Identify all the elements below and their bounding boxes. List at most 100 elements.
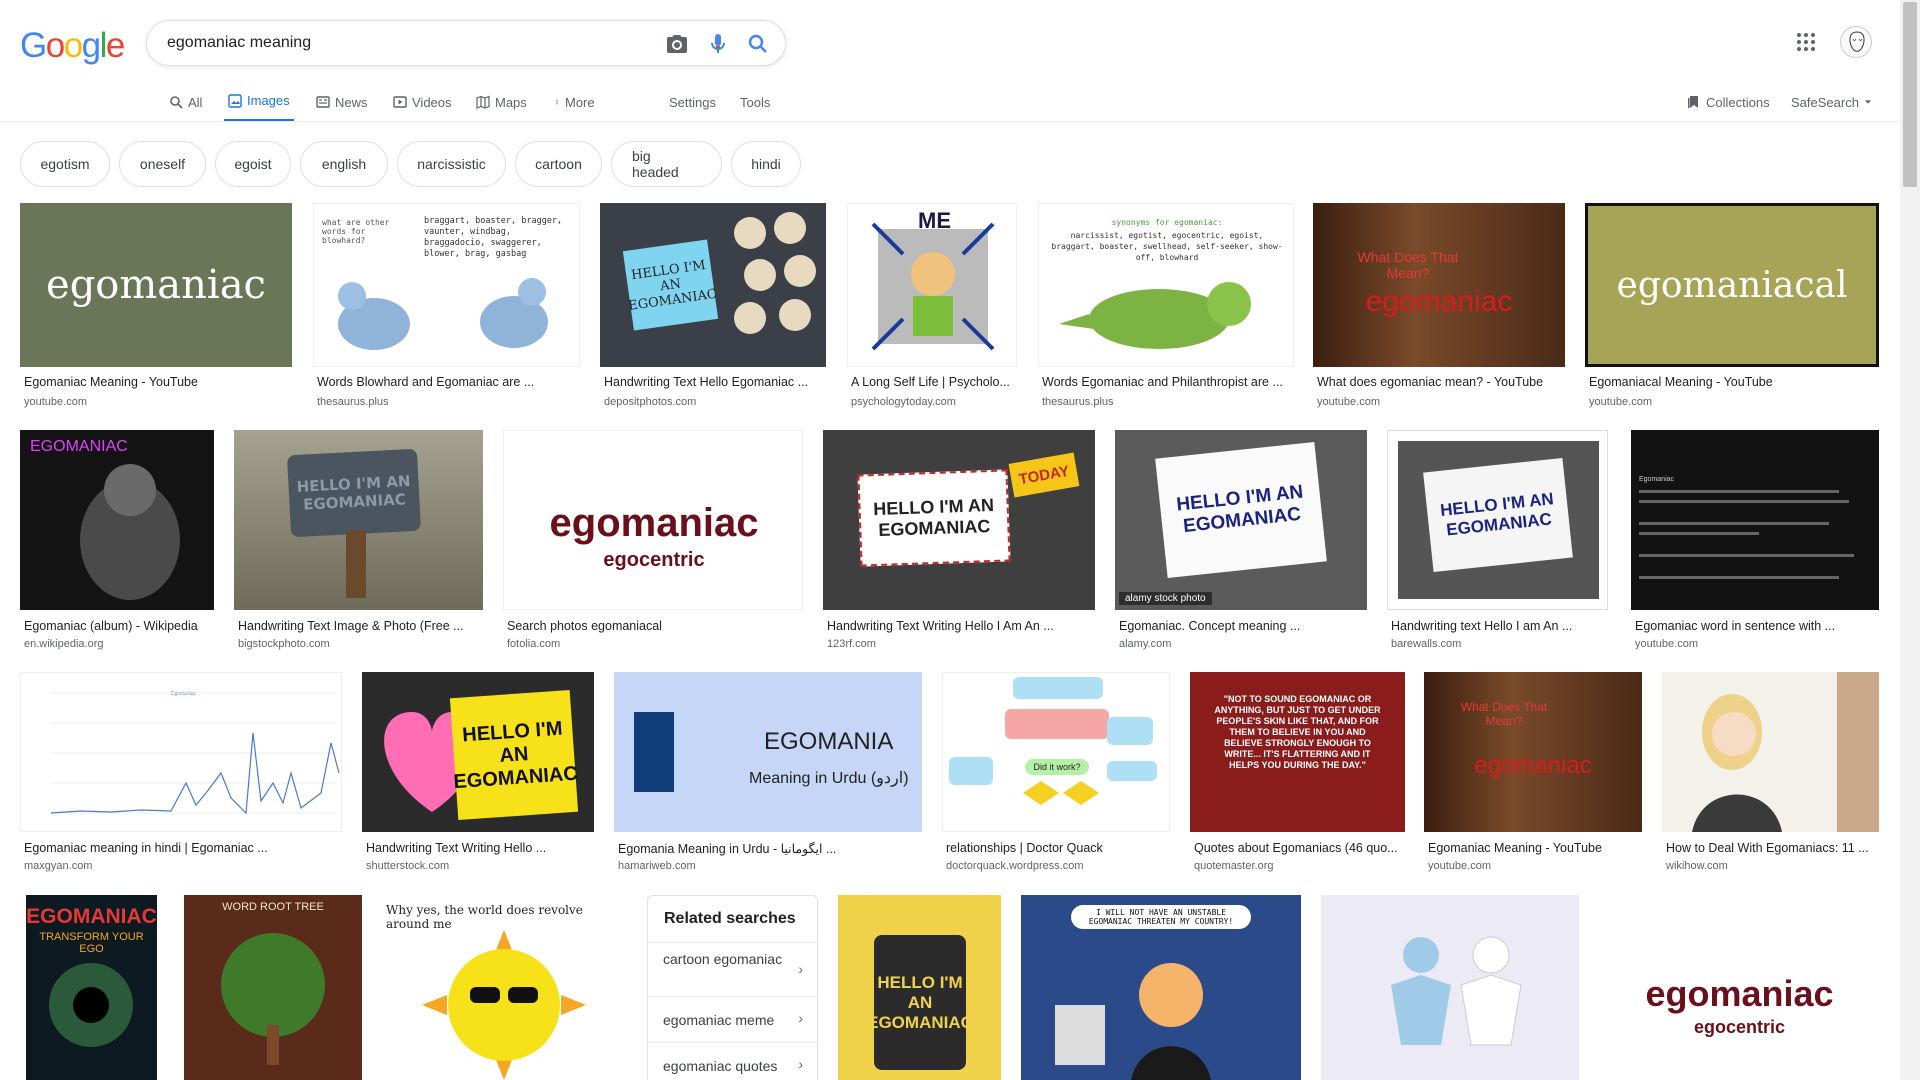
result-title[interactable]: Egomaniac Meaning - YouTube	[24, 375, 296, 389]
result-title[interactable]: Handwriting Text Writing Hello I Am An .…	[827, 619, 1099, 633]
avatar[interactable]	[1840, 26, 1872, 58]
image-icon	[228, 93, 242, 108]
chip-label: egoist	[234, 156, 272, 172]
tree-illustration	[221, 933, 325, 1065]
chip-refinement[interactable]: english	[300, 141, 388, 187]
text-line	[1639, 532, 1759, 535]
result-title[interactable]: Words Egomaniac and Philanthropist are .…	[1042, 375, 1298, 389]
chip-label: egotism	[40, 156, 90, 172]
result-title[interactable]: What does egomaniac mean? - YouTube	[1317, 375, 1569, 389]
scrollbar[interactable]	[1900, 0, 1920, 1080]
safesearch-button[interactable]: SafeSearch	[1789, 82, 1874, 122]
video-icon	[393, 96, 407, 108]
search-input[interactable]	[167, 21, 637, 65]
related-search-label: cartoon egomaniac	[663, 951, 783, 967]
tab-maps[interactable]: Maps	[474, 82, 529, 122]
tab-news[interactable]: News	[314, 82, 370, 122]
logo-letter: e	[105, 26, 125, 65]
watermark-label: alamy stock photo	[1119, 592, 1212, 605]
cartoon-illustration	[1055, 963, 1211, 1080]
result-title[interactable]: Handwriting text Hello I am An ...	[1391, 619, 1612, 633]
result-thumbnail: HELLO I'M AN EGOMANIAC TODAY	[823, 430, 1095, 610]
result-domain: youtube.com	[1428, 860, 1491, 872]
search-icon	[170, 96, 183, 109]
tab-all[interactable]: All	[167, 82, 204, 122]
result-thumbnail: What Does That Mean? egomaniac	[1313, 203, 1565, 367]
result-thumbnail: Why yes, the world does revolve around m…	[382, 895, 626, 1080]
result-thumbnail: Egomaniac	[20, 672, 342, 832]
tab-label: More	[565, 94, 595, 110]
related-search-item[interactable]: egomaniac meme ›	[648, 996, 817, 1042]
result-thumbnail: egomaniac egocentric	[1600, 895, 1879, 1080]
result-domain: thesaurus.plus	[1042, 396, 1114, 408]
eye-illustration	[49, 963, 133, 1047]
tab-label: News	[335, 94, 368, 110]
tab-settings[interactable]: Settings	[667, 82, 718, 122]
related-search-item[interactable]: egomaniac quotes ›	[648, 1042, 817, 1080]
chip-refinement[interactable]: egotism	[20, 141, 110, 187]
tab-more[interactable]: More	[552, 82, 597, 122]
result-thumbnail: What Does That Mean? egomaniac	[1424, 672, 1642, 832]
collections-button[interactable]: Collections	[1685, 82, 1772, 122]
chip-refinement[interactable]: narcissistic	[397, 141, 506, 187]
related-search-item[interactable]: cartoon egomaniac ›	[648, 942, 817, 996]
camera-icon[interactable]	[665, 32, 689, 56]
tab-label: All	[188, 94, 203, 110]
result-title[interactable]: Handwriting Text Image & Photo (Free ...	[238, 619, 473, 633]
tab-tools[interactable]: Tools	[738, 82, 772, 122]
result-title[interactable]: Words Blowhard and Egomaniac are ...	[317, 375, 537, 389]
result-title[interactable]: Egomaniac meaning in hindi | Egomaniac .…	[24, 841, 346, 855]
logo-letter: o	[45, 26, 65, 65]
mic-icon[interactable]	[706, 32, 730, 56]
search-box[interactable]	[146, 20, 786, 66]
chevron-right-icon: ›	[798, 961, 803, 977]
thumbnail-subtext: egocentric	[1693, 1017, 1786, 1037]
chip-refinement[interactable]: egoist	[215, 141, 291, 187]
result-domain: barewalls.com	[1391, 638, 1462, 650]
result-thumbnail: synonyms for egomaniac: narcissist, egot…	[1038, 203, 1294, 367]
result-domain: quotemaster.org	[1194, 860, 1274, 872]
chip-label: oneself	[139, 156, 186, 172]
tab-label: Collections	[1706, 94, 1770, 110]
search-icon[interactable]	[746, 32, 770, 56]
result-thumbnail: ME	[847, 203, 1017, 367]
google-logo[interactable]: Google	[20, 26, 125, 66]
result-title[interactable]: A Long Self Life | Psycholo...	[851, 375, 1021, 389]
result-thumbnail: HELLO I'M AN EGOMANIAC alamy stock photo	[1115, 430, 1367, 610]
result-thumbnail: HELLO I'M AN EGOMANIAC	[838, 895, 1001, 1080]
scrollbar-thumb[interactable]	[1903, 2, 1917, 187]
thumbnail-text: egomaniac	[1474, 752, 1592, 779]
result-title[interactable]: Egomania Meaning in Urdu - ایگومانیا ...	[618, 841, 868, 856]
result-title[interactable]: Quotes about Egomaniacs (46 quo...	[1194, 841, 1409, 855]
result-title[interactable]: Egomaniac word in sentence with ...	[1635, 619, 1883, 633]
chip-refinement[interactable]: oneself	[119, 141, 206, 187]
chip-refinement[interactable]: big headed	[611, 141, 722, 187]
map-icon	[476, 95, 490, 109]
paper-people-illustration	[1391, 936, 1522, 1046]
result-title[interactable]: Search photos egomaniacal	[507, 619, 807, 633]
result-title[interactable]: Egomaniac (album) - Wikipedia	[24, 619, 218, 633]
dinosaur-illustration	[1059, 282, 1251, 349]
result-thumbnail: EGOMANIA Meaning in Urdu (اردو)	[614, 672, 922, 832]
result-thumbnail: braggart, boaster, bragger, vaunter, win…	[313, 203, 580, 367]
more-vert-icon	[556, 99, 558, 105]
result-title[interactable]: relationships | Doctor Quack	[946, 841, 1174, 855]
chip-label: narcissistic	[417, 156, 486, 172]
result-title[interactable]: Handwriting Text Writing Hello ...	[366, 841, 598, 855]
tab-videos[interactable]: Videos	[391, 82, 454, 122]
search-tabs: All Images News Videos Maps More Setting…	[0, 82, 1900, 122]
chip-refinement[interactable]: cartoon	[515, 141, 602, 187]
result-domain: bigstockphoto.com	[238, 638, 330, 650]
result-title[interactable]: Egomaniacal Meaning - YouTube	[1589, 375, 1883, 389]
thumbnail-subtext: egocentric	[603, 549, 705, 571]
gorilla-illustration	[80, 464, 180, 600]
result-thumbnail	[1321, 895, 1579, 1080]
result-title[interactable]: How to Deal With Egomaniacs: 11 ...	[1666, 841, 1883, 855]
result-title[interactable]: Egomaniac. Concept meaning ...	[1119, 619, 1371, 633]
chip-refinement[interactable]: hindi	[731, 141, 801, 187]
tab-divider	[0, 121, 1900, 122]
result-title[interactable]: Egomaniac Meaning - YouTube	[1428, 841, 1646, 855]
apps-grid-icon[interactable]	[1796, 32, 1816, 52]
tab-images[interactable]: Images	[224, 82, 294, 122]
result-title[interactable]: Handwriting Text Hello Egomaniac ...	[604, 375, 830, 389]
